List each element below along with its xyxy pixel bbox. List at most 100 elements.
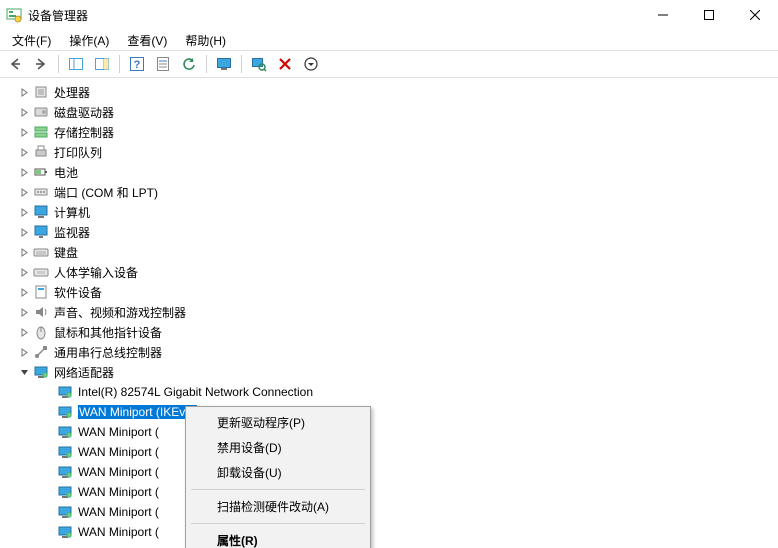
expand-arrow-icon[interactable] [18,268,30,277]
back-button[interactable] [3,53,27,75]
expand-arrow-icon[interactable] [18,288,30,297]
category-item[interactable]: 磁盘驱动器 [0,102,778,122]
svg-text:?: ? [134,59,141,71]
refresh-button[interactable] [177,53,201,75]
device-item[interactable]: WAN Miniport (IKEv2) [0,402,778,422]
device-item[interactable]: WAN Miniport ( [0,522,778,542]
tree-item-label: WAN Miniport ( [78,505,159,519]
help-button[interactable]: ? [125,53,149,75]
category-item[interactable]: 监视器 [0,222,778,242]
forward-arrow-icon [33,56,49,72]
category-item[interactable]: 软件设备 [0,282,778,302]
category-item[interactable]: 处理器 [0,82,778,102]
toolbar: ? [0,50,778,78]
storage-icon [32,124,50,140]
device-item[interactable]: WAN Miniport ( [0,442,778,462]
ctx-properties[interactable]: 属性(R) [189,528,367,548]
category-item[interactable]: 人体学输入设备 [0,262,778,282]
expand-arrow-icon[interactable] [18,248,30,257]
collapse-arrow-icon[interactable] [18,368,30,377]
menu-action[interactable]: 操作(A) [63,31,115,50]
expand-arrow-icon[interactable] [18,188,30,197]
tree-item-label: 电池 [54,164,78,181]
category-item[interactable]: 计算机 [0,202,778,222]
tree-item-label: 网络适配器 [54,364,114,381]
category-item[interactable]: 电池 [0,162,778,182]
tree-item-label: WAN Miniport ( [78,485,159,499]
device-item[interactable]: WAN Miniport ( [0,482,778,502]
expand-arrow-icon[interactable] [18,208,30,217]
tree-item-label: 声音、视频和游戏控制器 [54,304,186,321]
title-bar: 设备管理器 [0,0,778,30]
close-button[interactable] [732,0,778,30]
mouse-icon [32,324,50,340]
disk-icon [32,104,50,120]
tree-item-label: 监视器 [54,224,90,241]
printer-icon [32,144,50,160]
sound-icon [32,304,50,320]
cpu-icon [32,84,50,100]
ctx-uninstall-device[interactable]: 卸载设备(U) [189,460,367,485]
expand-arrow-icon[interactable] [18,108,30,117]
device-tree[interactable]: 处理器磁盘驱动器存储控制器打印队列电池端口 (COM 和 LPT)计算机监视器键… [0,78,778,548]
network-icon [32,364,50,380]
tree-item-label: 磁盘驱动器 [54,104,114,121]
expand-arrow-icon[interactable] [18,308,30,317]
scan-hardware-icon [251,56,267,72]
ctx-update-driver[interactable]: 更新驱动程序(P) [189,410,367,435]
maximize-button[interactable] [686,0,732,30]
ctx-disable-device[interactable]: 禁用设备(D) [189,435,367,460]
category-item[interactable]: 通用串行总线控制器 [0,342,778,362]
properties-button[interactable] [151,53,175,75]
scan-hardware-button[interactable] [247,53,271,75]
menu-bar: 文件(F) 操作(A) 查看(V) 帮助(H) [0,30,778,50]
tree-item-label: 处理器 [54,84,90,101]
category-item-expanded[interactable]: 网络适配器 [0,362,778,382]
keyboard-icon [32,244,50,260]
device-item[interactable]: WAN Miniport ( [0,462,778,482]
menu-help[interactable]: 帮助(H) [179,31,232,50]
expand-arrow-icon[interactable] [18,168,30,177]
expand-arrow-icon[interactable] [18,88,30,97]
properties-icon [155,56,171,72]
device-item[interactable]: WAN Miniport ( [0,502,778,522]
expand-arrow-icon[interactable] [18,128,30,137]
category-item[interactable]: 存储控制器 [0,122,778,142]
expand-arrow-icon[interactable] [18,348,30,357]
ctx-scan-hardware[interactable]: 扫描检测硬件改动(A) [189,494,367,519]
device-item[interactable]: Intel(R) 82574L Gigabit Network Connecti… [0,382,778,402]
menu-file[interactable]: 文件(F) [6,31,57,50]
expand-arrow-icon[interactable] [18,148,30,157]
network-icon [56,404,74,420]
action-pane-icon [94,56,110,72]
update-driver-button[interactable] [212,53,236,75]
tree-item-label: 存储控制器 [54,124,114,141]
tree-item-label: 键盘 [54,244,78,261]
category-item[interactable]: 声音、视频和游戏控制器 [0,302,778,322]
forward-button[interactable] [29,53,53,75]
category-item[interactable]: 鼠标和其他指针设备 [0,322,778,342]
tree-item-label: WAN Miniport ( [78,525,159,539]
device-item[interactable]: WAN Miniport ( [0,422,778,442]
expand-arrow-icon[interactable] [18,328,30,337]
properties-sheet-button[interactable] [90,53,114,75]
uninstall-device-button[interactable] [273,53,297,75]
network-icon [56,384,74,400]
hid-icon [32,264,50,280]
computer-icon [32,204,50,220]
context-menu: 更新驱动程序(P) 禁用设备(D) 卸载设备(U) 扫描检测硬件改动(A) 属性… [185,406,371,548]
toolbar-separator [119,55,120,73]
expand-arrow-icon[interactable] [18,228,30,237]
minimize-button[interactable] [640,0,686,30]
category-item[interactable]: 端口 (COM 和 LPT) [0,182,778,202]
tree-item-label: WAN Miniport ( [78,465,159,479]
show-hide-console-tree-button[interactable] [64,53,88,75]
category-item[interactable]: 打印队列 [0,142,778,162]
port-icon [32,184,50,200]
disable-device-button[interactable] [299,53,323,75]
down-circle-icon [303,56,319,72]
menu-view[interactable]: 查看(V) [121,31,173,50]
tree-item-label: WAN Miniport ( [78,425,159,439]
ctx-separator [191,523,365,524]
category-item[interactable]: 键盘 [0,242,778,262]
